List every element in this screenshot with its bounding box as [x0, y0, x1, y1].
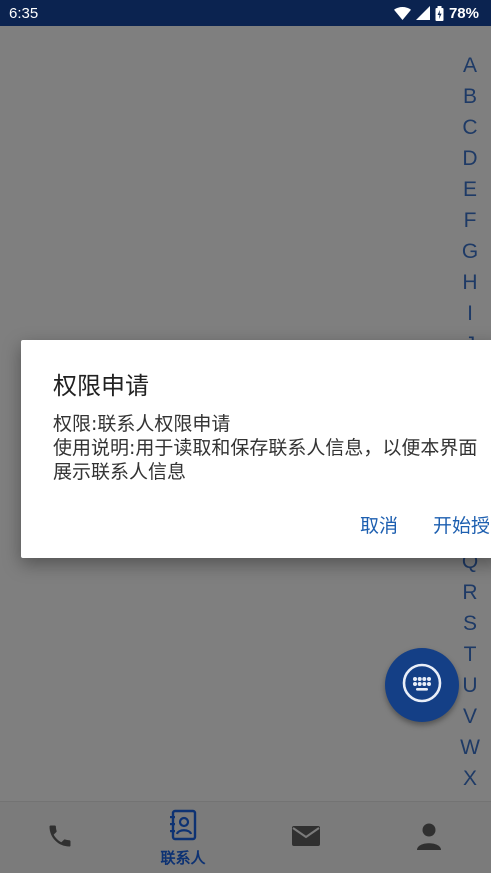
- index-letter[interactable]: H: [457, 267, 483, 298]
- status-time: 6:35: [9, 4, 39, 22]
- index-letter[interactable]: B: [457, 81, 483, 112]
- index-letter[interactable]: D: [457, 143, 483, 174]
- start-authorize-button[interactable]: 开始授: [433, 511, 491, 538]
- contacts-icon: [167, 809, 199, 845]
- permission-dialog: 权限申请 权限:联系人权限申请 使用说明:用于读取和保存联系人信息，以便本界面展…: [21, 340, 491, 558]
- index-letter[interactable]: R: [457, 577, 483, 608]
- index-letter[interactable]: E: [457, 174, 483, 205]
- nav-label-contacts: 联系人: [160, 848, 206, 867]
- status-icons: 78%: [393, 4, 479, 22]
- nav-item-contacts[interactable]: 联系人: [143, 802, 223, 873]
- signal-icon: [415, 6, 430, 20]
- index-letter[interactable]: A: [457, 50, 483, 81]
- battery-icon: [435, 5, 444, 21]
- battery-level: 78%: [448, 4, 479, 22]
- dialog-message: 权限:联系人权限申请 使用说明:用于读取和保存联系人信息，以便本界面展示联系人信…: [53, 413, 478, 483]
- nav-item-messages[interactable]: [266, 802, 346, 873]
- index-letter[interactable]: W: [457, 732, 483, 763]
- index-letter[interactable]: T: [457, 639, 483, 670]
- index-letter[interactable]: V: [457, 701, 483, 732]
- person-icon: [416, 822, 442, 854]
- index-letter[interactable]: I: [457, 298, 483, 329]
- index-letter[interactable]: G: [457, 236, 483, 267]
- nav-item-phone[interactable]: [20, 802, 100, 873]
- bottom-navigation: 联系人: [0, 801, 491, 873]
- dialog-title: 权限申请: [53, 372, 149, 400]
- cancel-button[interactable]: 取消: [360, 511, 398, 538]
- index-letter[interactable]: S: [457, 608, 483, 639]
- nav-item-profile[interactable]: [389, 802, 469, 873]
- index-letter[interactable]: F: [457, 205, 483, 236]
- phone-icon: [46, 822, 74, 854]
- wifi-icon: [393, 6, 411, 20]
- index-letter[interactable]: U: [457, 670, 483, 701]
- status-bar: 6:35 78%: [0, 0, 491, 26]
- dialpad-icon: [400, 661, 444, 709]
- index-letter[interactable]: C: [457, 112, 483, 143]
- index-letter[interactable]: X: [457, 763, 483, 794]
- dialpad-fab[interactable]: [385, 648, 459, 722]
- mail-icon: [291, 824, 321, 852]
